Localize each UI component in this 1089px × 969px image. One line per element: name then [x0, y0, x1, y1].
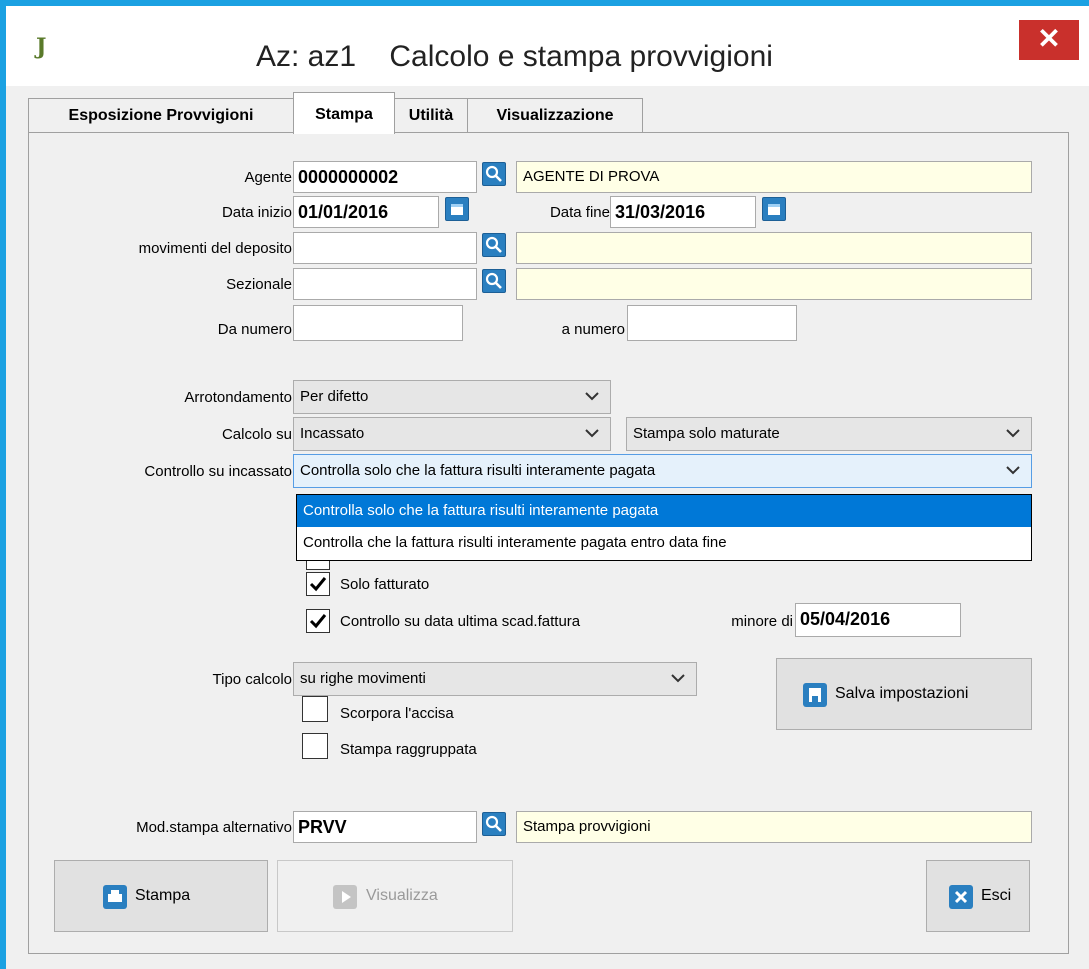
da-numero-label: Da numero [217, 321, 292, 338]
dropdown-option[interactable]: Controlla che la fattura risulti interam… [297, 527, 1031, 559]
calendar-icon [451, 204, 463, 215]
data-inizio-input[interactable]: 01/01/2016 [293, 196, 439, 228]
controllo-scad-checkbox[interactable] [306, 609, 330, 633]
agente-label: Agente [244, 169, 292, 186]
controllo-incassato-dropdown: Controlla solo che la fattura risulti in… [296, 494, 1032, 561]
dropdown-option[interactable]: Controlla solo che la fattura risulti in… [297, 495, 1031, 527]
controllo-scad-label: Controllo su data ultima scad.fattura [340, 613, 581, 630]
stampa-button[interactable]: Stampa [54, 860, 268, 932]
minore-di-label: minore di [731, 613, 793, 630]
raggruppata-checkbox[interactable] [302, 733, 328, 759]
stampa-maturate-select[interactable]: Stampa solo maturate [626, 417, 1032, 451]
da-numero-input[interactable] [293, 305, 463, 341]
play-icon [333, 885, 357, 909]
tab-esposizione-provvigioni[interactable]: Esposizione Provvigioni [28, 98, 294, 133]
stampa-button-label: Stampa [135, 887, 191, 904]
salva-impostazioni-button[interactable]: Salva impostazioni [776, 658, 1032, 730]
esci-button-label: Esci [981, 887, 1012, 904]
minore-di-input[interactable]: 05/04/2016 [795, 603, 961, 637]
chevron-down-icon [671, 674, 685, 683]
salva-impostazioni-label: Salva impostazioni [835, 685, 969, 702]
chevron-down-icon [1006, 466, 1020, 475]
controllo-incassato-value: Controlla solo che la fattura risulti in… [300, 462, 656, 479]
mod-stampa-label: Mod.stampa alternativo [136, 819, 292, 836]
movimenti-description [516, 232, 1032, 264]
sezionale-search-button[interactable] [482, 269, 506, 293]
visualizza-button[interactable]: Visualizza [277, 860, 513, 932]
arrotondamento-value: Per difetto [300, 388, 369, 405]
sezionale-description [516, 268, 1032, 300]
close-button[interactable]: ✕ [1019, 20, 1079, 60]
chevron-down-icon [1006, 429, 1020, 438]
agente-input[interactable]: 0000000002 [293, 161, 477, 193]
movimenti-input[interactable] [293, 232, 477, 264]
save-icon [803, 683, 827, 707]
search-icon [485, 236, 502, 253]
tab-visualizzazione[interactable]: Visualizzazione [467, 98, 643, 133]
search-icon [485, 272, 502, 289]
check-icon [309, 577, 327, 592]
tab-stampa[interactable]: Stampa [293, 92, 395, 134]
chevron-down-icon [585, 429, 599, 438]
close-icon [949, 885, 973, 909]
stampa-maturate-value: Stampa solo maturate [633, 425, 780, 442]
tab-label: Visualizzazione [496, 107, 614, 124]
calcolo-su-select[interactable]: Incassato [293, 417, 611, 451]
tab-utilita[interactable]: Utilità [394, 98, 468, 133]
scorpora-label: Scorpora l'accisa [340, 705, 454, 722]
main-window: J Az: az1 Calcolo e stampa provvigioni ✕… [6, 6, 1089, 969]
a-numero-label: a numero [561, 321, 625, 338]
solo-fatturato-label: Solo fatturato [340, 576, 430, 593]
agente-search-button[interactable] [482, 162, 506, 186]
esci-button[interactable]: Esci [926, 860, 1030, 932]
close-icon: ✕ [1037, 23, 1061, 54]
data-fine-calendar-button[interactable] [762, 197, 786, 221]
mod-stampa-input[interactable]: PRVV [293, 811, 477, 843]
mod-stampa-search-button[interactable] [482, 812, 506, 836]
tab-label: Stampa [315, 106, 373, 123]
printer-icon [103, 885, 127, 909]
sezionale-label: Sezionale [226, 276, 292, 293]
calendar-icon [768, 204, 780, 215]
sezionale-input[interactable] [293, 268, 477, 300]
arrotondamento-label: Arrotondamento [184, 389, 292, 406]
movimenti-search-button[interactable] [482, 233, 506, 257]
scorpora-checkbox[interactable] [302, 696, 328, 722]
data-inizio-label: Data inizio [221, 204, 292, 221]
tipo-calcolo-label: Tipo calcolo [212, 671, 292, 688]
data-fine-input[interactable]: 31/03/2016 [610, 196, 756, 228]
a-numero-input[interactable] [627, 305, 797, 341]
controllo-incassato-select[interactable]: Controlla solo che la fattura risulti in… [293, 454, 1032, 488]
arrotondamento-select[interactable]: Per difetto [293, 380, 611, 414]
data-fine-label: Data fine [549, 204, 610, 221]
calcolo-su-label: Calcolo su [221, 426, 292, 443]
app-logo-icon: J [36, 34, 47, 60]
tab-label: Utilità [408, 107, 454, 124]
check-icon [309, 614, 327, 629]
controllo-incassato-label: Controllo su incassato [144, 463, 292, 480]
calcolo-su-value: Incassato [300, 425, 365, 442]
tipo-calcolo-value: su righe movimenti [300, 670, 426, 687]
mod-stampa-description: Stampa provvigioni [516, 811, 1032, 843]
tipo-calcolo-select[interactable]: su righe movimenti [293, 662, 697, 696]
agente-description: AGENTE DI PROVA [516, 161, 1032, 193]
data-inizio-calendar-button[interactable] [445, 197, 469, 221]
search-icon [485, 815, 502, 832]
chevron-down-icon [585, 392, 599, 401]
movimenti-label: movimenti del deposito [138, 240, 292, 257]
search-icon [485, 165, 502, 182]
window-title: Az: az1 Calcolo e stampa provvigioni [256, 40, 773, 73]
visualizza-button-label: Visualizza [366, 887, 438, 904]
raggruppata-label: Stampa raggruppata [340, 741, 477, 758]
solo-fatturato-checkbox[interactable] [306, 572, 330, 596]
tab-label: Esposizione Provvigioni [68, 107, 254, 124]
title-bar: J Az: az1 Calcolo e stampa provvigioni ✕ [6, 6, 1089, 86]
